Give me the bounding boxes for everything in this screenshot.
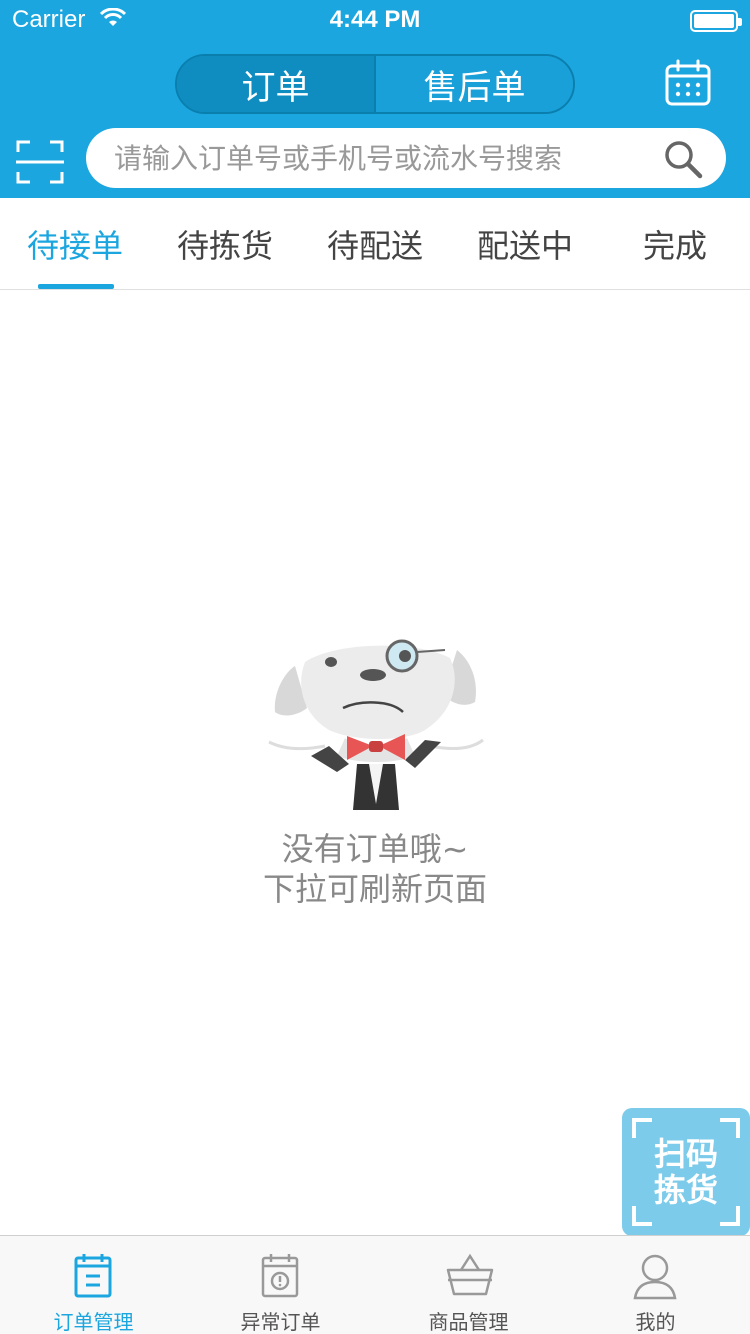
tabbar-label: 异常订单 (240, 1310, 321, 1334)
tabbar-label: 订单管理 (53, 1310, 134, 1334)
tab-completed[interactable]: 完成 (600, 198, 750, 290)
tabbar-order-management[interactable]: 订单管理 (0, 1236, 187, 1334)
tabbar-label: 我的 (635, 1310, 676, 1334)
status-bar: Carrier 4:44 PM (0, 0, 750, 40)
segment-after-sales[interactable]: 售后单 (374, 56, 573, 112)
search-input[interactable] (114, 128, 654, 188)
tab-delivering[interactable]: 配送中 (450, 198, 600, 290)
battery-icon (690, 10, 742, 32)
scan-pick-line1: 扫码 (653, 1135, 718, 1173)
tabbar-product-management[interactable]: 商品管理 (375, 1236, 562, 1334)
scan-icon[interactable] (16, 140, 64, 184)
tabbar-exception-orders[interactable]: 异常订单 (187, 1236, 374, 1334)
order-status-tabs: 待接单 待拣货 待配送 配送中 完成 (0, 198, 750, 290)
empty-state-hint: 下拉可刷新页面 (262, 870, 487, 908)
basket-icon (446, 1253, 494, 1296)
order-type-segmented-control: 订单 售后单 (175, 54, 575, 114)
bottom-tab-bar: 订单管理 异常订单 商品管理 我的 (0, 1235, 750, 1334)
tabbar-label: 商品管理 (428, 1310, 509, 1334)
exception-order-icon (261, 1254, 299, 1298)
order-list-icon (74, 1254, 112, 1298)
segment-orders[interactable]: 订单 (177, 56, 374, 112)
status-time: 4:44 PM (329, 6, 421, 33)
search-bar (86, 128, 726, 188)
tabbar-mine[interactable]: 我的 (562, 1236, 749, 1334)
tab-pending-delivery[interactable]: 待配送 (300, 198, 450, 290)
tab-pending-accept[interactable]: 待接单 (0, 198, 150, 290)
scan-pick-button[interactable]: 扫码 拣货 (622, 1108, 750, 1236)
app-header: Carrier 4:44 PM 订单 售后单 (0, 0, 750, 198)
calendar-icon[interactable] (664, 58, 712, 108)
active-tab-indicator (38, 284, 114, 289)
tab-pending-pick[interactable]: 待拣货 (150, 198, 300, 290)
user-icon (633, 1254, 677, 1300)
scan-pick-line2: 拣货 (653, 1171, 718, 1209)
empty-mascot-illustration (268, 639, 484, 810)
search-icon[interactable] (662, 138, 704, 180)
